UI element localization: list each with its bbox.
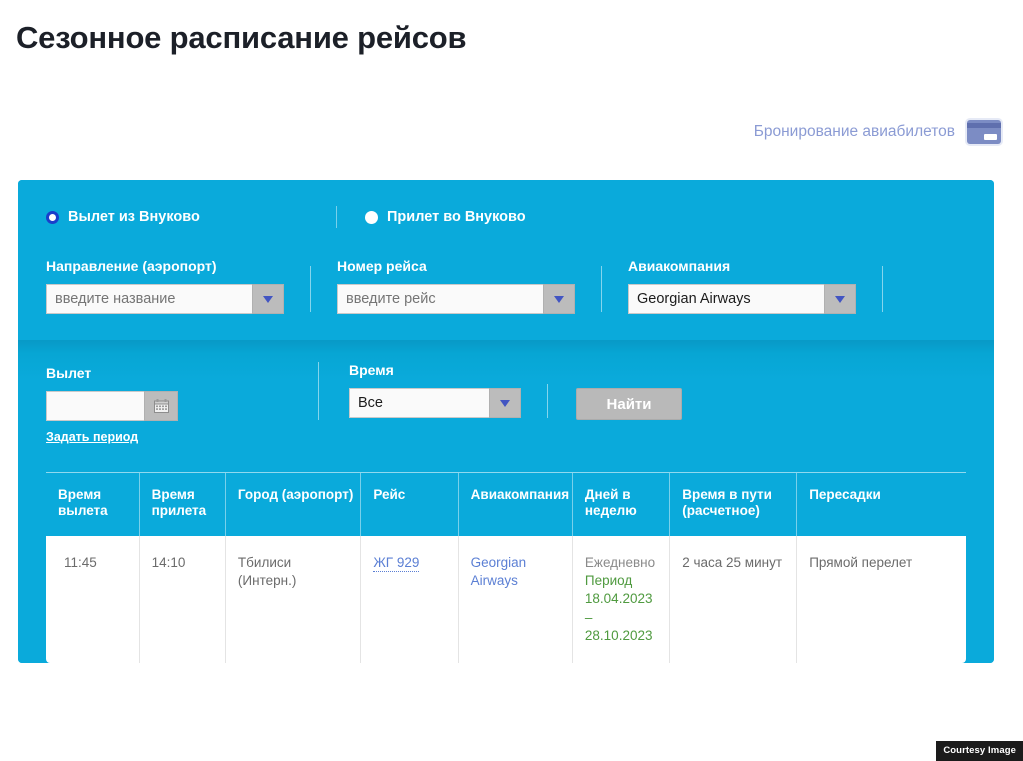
destination-field-group: Направление (аэропорт) [46,258,284,314]
cell-transfers: Прямой перелет [796,535,966,664]
column-header-duration: Время в пути (расчетное) [669,473,797,536]
chevron-down-icon [554,295,564,303]
search-panel-top: Вылет из Внуково Прилет во Внуково Напра… [18,180,994,340]
flight-number-dropdown-button[interactable] [543,284,575,314]
column-header-departure-time: Время вылета [46,473,140,536]
search-button[interactable]: Найти [576,388,682,420]
cell-departure-time: 11:45 [46,535,140,664]
lower-divider-2 [547,384,548,418]
results-table: Время вылета Время прилета Город (аэропо… [46,473,966,664]
column-header-days-per-week: Дней в неделю [571,473,670,536]
radio-divider [336,206,337,228]
chevron-down-icon [500,399,510,407]
set-period-link[interactable]: Задать период [46,430,178,444]
airline-field-group: Авиакомпания [628,258,856,314]
direction-radio-group: Вылет из Внуково Прилет во Внуково [46,206,966,228]
cell-arrival-time: 14:10 [138,535,226,664]
lower-divider-1 [318,362,319,420]
search-panel: Вылет из Внуково Прилет во Внуково Напра… [18,180,994,664]
field-divider-3 [882,266,883,312]
booking-link-label[interactable]: Бронирование авиабилетов [754,123,955,141]
cell-flight: ЖГ 929 [360,535,459,664]
courtesy-watermark: Courtesy Image [936,741,1023,761]
cell-duration: 2 часа 25 минут [669,535,797,664]
airline-input[interactable] [628,284,824,314]
flight-number-input-wrap [337,284,575,314]
radio-arrival-label: Прилет во Внуково [387,209,526,225]
time-select-wrap [349,388,521,418]
flight-number-input[interactable] [337,284,543,314]
time-field-group: Время [349,362,521,418]
departure-date-field-group: Вылет Задать период [46,365,178,444]
table-header-row: Время вылета Время прилета Город (аэропо… [46,473,966,536]
credit-card-icon [967,120,1001,144]
cell-frequency: Ежедневно Период 18.04.2023 – 28.10.2023 [571,535,670,664]
page-title: Сезонное расписание рейсов [16,20,467,55]
airline-dropdown-button[interactable] [824,284,856,314]
booking-link-row[interactable]: Бронирование авиабилетов [754,120,1001,144]
departure-date-input[interactable] [46,391,144,421]
search-panel-bottom: Вылет Задать период Время Все Найти Врем… [18,340,994,664]
airline-link[interactable]: Georgian Airways [471,555,527,588]
radio-unselected-icon [365,210,378,224]
airline-input-wrap [628,284,856,314]
field-divider-1 [310,266,311,312]
column-header-city-airport: Город (аэропорт) [224,473,361,536]
destination-label: Направление (аэропорт) [46,258,217,274]
secondary-fields-row: Вылет Задать период Время Все Найти [46,362,966,450]
chevron-down-icon [263,295,273,303]
destination-input-wrap [46,284,284,314]
flight-number-link[interactable]: ЖГ 929 [373,555,420,573]
cell-city-airport: Тбилиси (Интерн.) [224,535,361,664]
flight-number-label: Номер рейса [337,258,427,274]
frequency-daily-label: Ежедневно [584,554,656,570]
chevron-down-icon [835,295,845,303]
time-select-input[interactable] [349,388,489,418]
radio-departure-label: Вылет из Внуково [68,209,200,225]
calendar-icon-button[interactable] [144,391,178,421]
column-header-arrival-time: Время прилета [138,473,226,536]
radio-selected-icon [46,210,59,224]
departure-date-label: Вылет [46,365,92,381]
column-header-flight: Рейс [360,473,459,536]
cell-airline: Georgian Airways [457,535,573,664]
column-header-transfers: Пересадки [796,473,966,536]
field-divider-2 [601,266,602,312]
column-header-airline: Авиакомпания [457,473,573,536]
time-dropdown-button[interactable] [489,388,521,418]
flight-number-field-group: Номер рейса [337,258,575,314]
departure-date-input-wrap [46,391,178,421]
radio-departure-vnukovo[interactable]: Вылет из Внуково [46,209,336,225]
time-label: Время [349,362,394,378]
frequency-period-label: Период 18.04.2023 – 28.10.2023 [584,573,653,643]
destination-dropdown-button[interactable] [252,284,284,314]
airline-label: Авиакомпания [628,258,731,274]
radio-arrival-vnukovo[interactable]: Прилет во Внуково [365,209,526,225]
destination-input[interactable] [46,284,252,314]
primary-fields-row: Направление (аэропорт) Номер рейса [46,258,966,314]
table-row: 11:45 14:10 Тбилиси (Интерн.) ЖГ 929 Geo… [46,535,966,664]
card-stripe [967,123,1001,128]
calendar-icon [153,399,169,413]
card-chip [984,134,997,140]
